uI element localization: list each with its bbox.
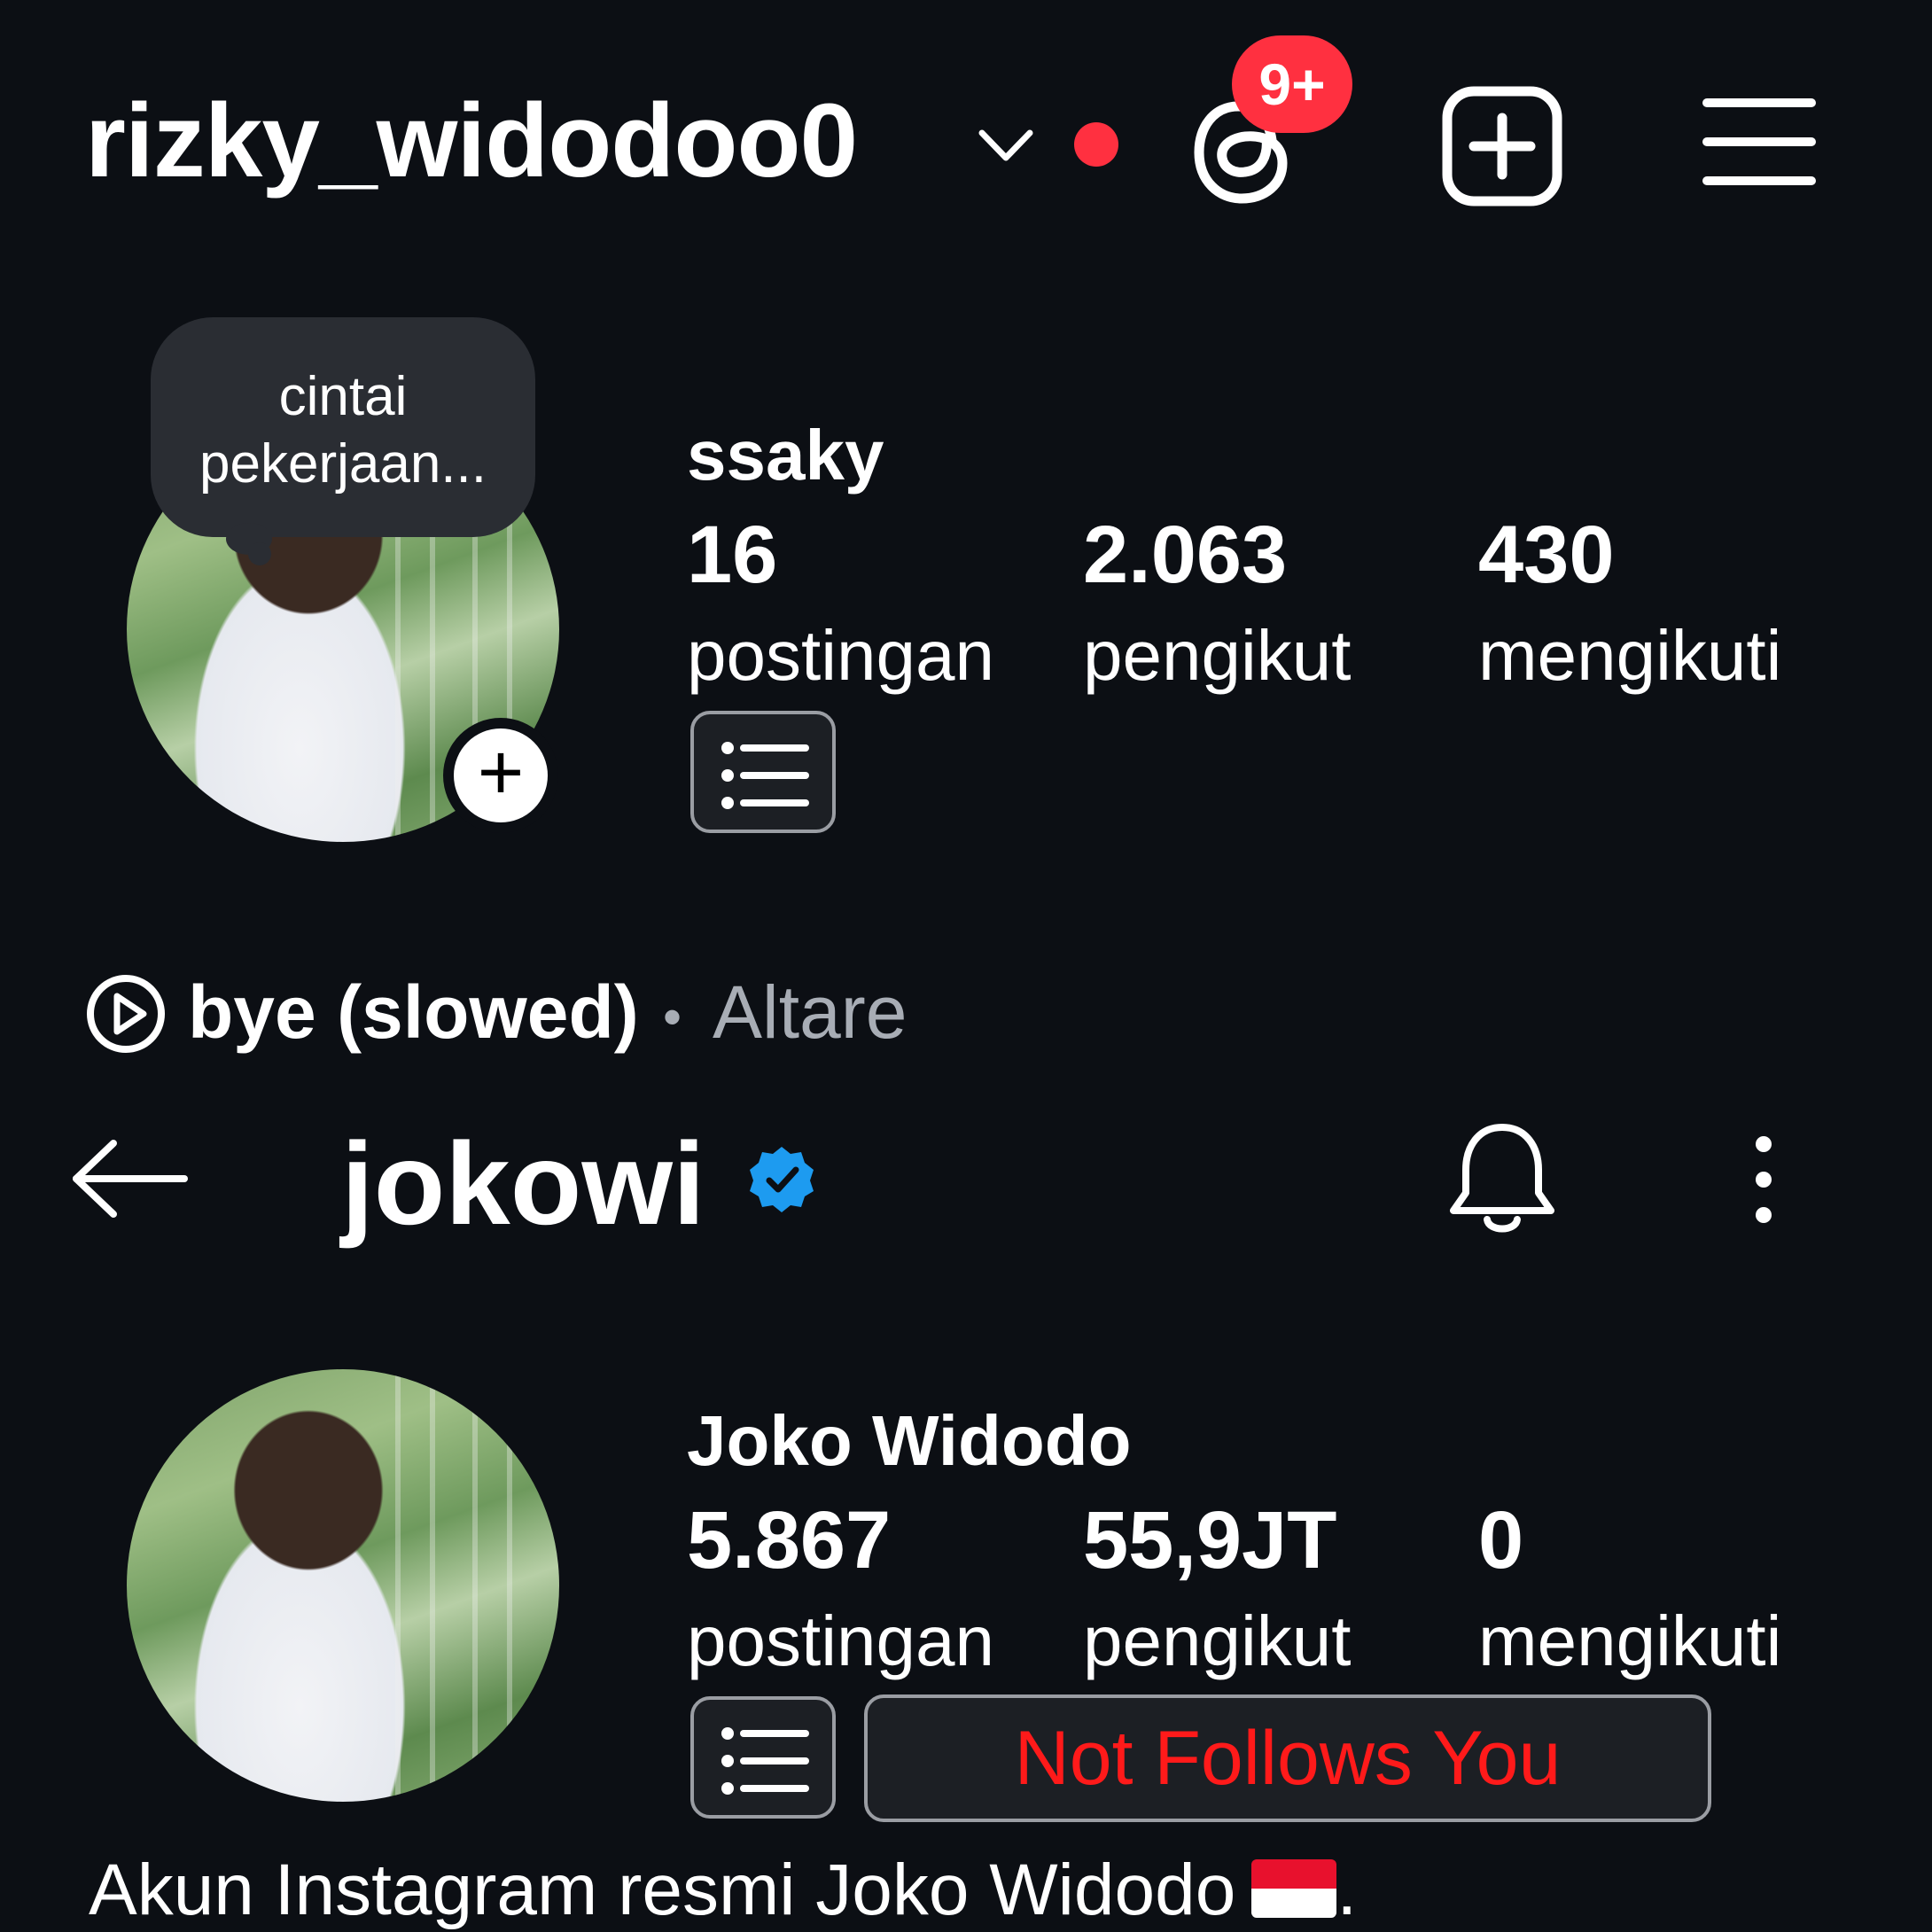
profile-handle: jokowi bbox=[341, 1118, 705, 1249]
profile-followers-count[interactable]: 55,9JT bbox=[1083, 1500, 1336, 1581]
profile-display-name: Joko Widodo bbox=[687, 1401, 1132, 1480]
threads-badge: 9+ bbox=[1232, 35, 1352, 133]
own-posts-count[interactable]: 16 bbox=[687, 514, 777, 596]
music-artist: Altare bbox=[713, 970, 908, 1054]
own-posts-label[interactable]: postingan bbox=[687, 620, 994, 691]
own-followers-label[interactable]: pengikut bbox=[1083, 620, 1351, 691]
music-separator: • bbox=[663, 987, 682, 1047]
plus-icon: + bbox=[454, 728, 548, 822]
profile-following-label[interactable]: mengikuti bbox=[1478, 1606, 1781, 1677]
chevron-down-icon[interactable] bbox=[975, 124, 1037, 168]
list-icon bbox=[721, 742, 809, 809]
note-bubble-tail bbox=[248, 542, 271, 565]
profile-bio: Akun Instagram resmi Joko Widodo. bbox=[89, 1854, 1357, 1927]
new-post-icon[interactable] bbox=[1440, 84, 1564, 208]
own-following-count[interactable]: 430 bbox=[1478, 514, 1615, 596]
profile-list-button[interactable] bbox=[690, 1696, 836, 1819]
follow-status-button[interactable]: Not Follows You bbox=[864, 1694, 1711, 1822]
own-display-name: ssaky bbox=[687, 416, 884, 495]
menu-icon[interactable] bbox=[1702, 89, 1817, 195]
back-arrow-icon[interactable] bbox=[67, 1134, 191, 1223]
note-text: cintai pekerjaan... bbox=[199, 366, 487, 495]
bell-icon[interactable] bbox=[1445, 1118, 1560, 1243]
notification-dot bbox=[1074, 122, 1118, 167]
own-following-label[interactable]: mengikuti bbox=[1478, 620, 1781, 691]
account-username[interactable]: rizky_widodoo0 bbox=[85, 89, 858, 193]
play-circle-icon bbox=[87, 975, 165, 1053]
note-bubble[interactable]: cintai pekerjaan... bbox=[151, 317, 535, 537]
own-followers-count[interactable]: 2.063 bbox=[1083, 514, 1287, 596]
add-story-button[interactable]: + bbox=[443, 718, 558, 833]
profile-posts-count[interactable]: 5.867 bbox=[687, 1500, 891, 1581]
profile-followers-label[interactable]: pengikut bbox=[1083, 1606, 1351, 1677]
list-icon bbox=[721, 1727, 809, 1795]
profile-avatar[interactable] bbox=[127, 1369, 559, 1802]
profile-following-count[interactable]: 0 bbox=[1478, 1500, 1523, 1581]
music-song-title: bye (slowed) bbox=[188, 970, 639, 1054]
verified-badge-icon bbox=[750, 1147, 814, 1212]
more-options-icon[interactable] bbox=[1737, 1130, 1790, 1236]
profile-posts-label[interactable]: postingan bbox=[687, 1606, 994, 1677]
bio-suffix: . bbox=[1336, 1850, 1358, 1930]
indonesia-flag-icon bbox=[1251, 1859, 1337, 1918]
own-list-button[interactable] bbox=[690, 711, 836, 833]
bio-text: Akun Instagram resmi Joko Widodo bbox=[89, 1850, 1236, 1930]
